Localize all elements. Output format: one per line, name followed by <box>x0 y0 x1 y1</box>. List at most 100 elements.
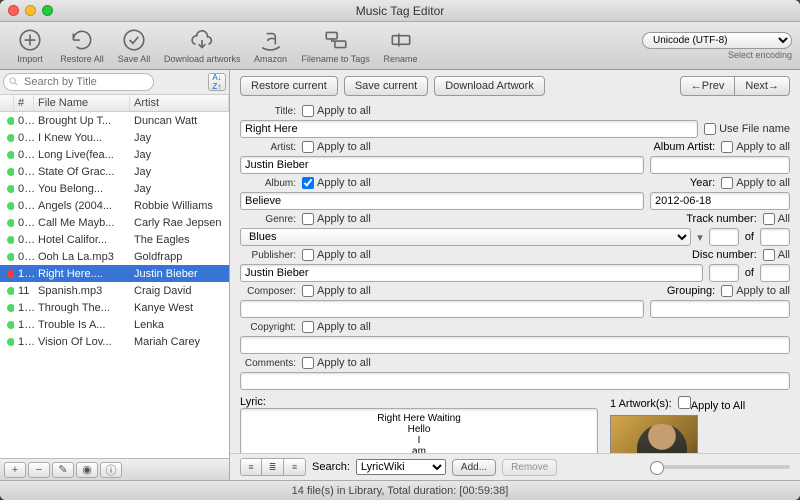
comments-apply-all[interactable]: Apply to all <box>302 357 371 369</box>
row-num: 04 <box>14 166 34 178</box>
save-current-button[interactable]: Save current <box>344 76 428 96</box>
composer-apply-all[interactable]: Apply to all <box>302 285 371 297</box>
download-artworks-button[interactable]: Download artworks <box>164 27 241 64</box>
title-field[interactable] <box>240 120 698 138</box>
import-button[interactable]: Import <box>8 27 52 64</box>
comments-field[interactable] <box>240 372 790 390</box>
disc-all[interactable]: All <box>763 249 790 261</box>
copyright-field[interactable] <box>240 336 790 354</box>
genre-apply-all[interactable]: Apply to all <box>302 213 371 225</box>
artwork-thumbnail[interactable] <box>610 415 698 453</box>
track-2-field[interactable] <box>760 228 790 246</box>
artist-field[interactable] <box>240 156 644 174</box>
artwork-apply-all[interactable]: Apply to All <box>678 396 745 412</box>
next-button[interactable]: Next→ <box>734 76 790 96</box>
remove-file-button[interactable]: − <box>28 462 50 478</box>
year-label: Year: <box>690 177 715 189</box>
nav-buttons: ←Prev Next→ <box>680 76 790 96</box>
header-num[interactable]: # <box>14 95 34 111</box>
table-row[interactable]: 04State Of Grac...Jay <box>0 163 229 180</box>
table-row[interactable]: 03Long Live(fea...Jay <box>0 146 229 163</box>
artist-apply-all[interactable]: Apply to all <box>302 141 371 153</box>
disc-2-field[interactable] <box>760 264 790 282</box>
minimize-icon[interactable] <box>25 5 36 16</box>
table-row[interactable]: 11Spanish.mp3Craig David <box>0 282 229 299</box>
restore-current-button[interactable]: Restore current <box>240 76 338 96</box>
table-row[interactable]: 02I Knew You...Jay <box>0 129 229 146</box>
row-num: 13 <box>14 319 34 331</box>
year-field[interactable] <box>650 192 790 210</box>
copyright-apply-all[interactable]: Apply to all <box>302 321 371 333</box>
table-row[interactable]: 13Trouble Is A...Lenka <box>0 316 229 333</box>
grouping-field[interactable] <box>650 300 790 318</box>
save-all-button[interactable]: Save All <box>112 27 156 64</box>
disc-1-field[interactable] <box>709 264 739 282</box>
align-right-button[interactable]: ≡ <box>284 458 306 476</box>
table-row[interactable]: 01Brought Up T...Duncan Watt <box>0 112 229 129</box>
album-field[interactable] <box>240 192 644 210</box>
file-list[interactable]: 01Brought Up T...Duncan Watt02I Knew You… <box>0 112 229 458</box>
publisher-apply-all[interactable]: Apply to all <box>302 249 371 261</box>
zoom-slider[interactable] <box>650 465 790 469</box>
add-file-button[interactable]: + <box>4 462 26 478</box>
row-artist: Jay <box>130 183 229 195</box>
status-dot-icon <box>7 185 14 193</box>
album-artist-field[interactable] <box>650 156 790 174</box>
table-row[interactable]: 12Through The...Kanye West <box>0 299 229 316</box>
encoding-select[interactable]: Unicode (UTF-8) <box>642 32 792 49</box>
genre-select[interactable]: Blues <box>240 228 691 246</box>
align-center-button[interactable]: ≣ <box>262 458 284 476</box>
grouping-label: Grouping: <box>667 285 715 297</box>
use-filename-check[interactable]: Use File name <box>704 123 790 135</box>
title-apply-all[interactable]: Apply to all <box>302 105 371 117</box>
header-filename[interactable]: File Name <box>34 95 130 111</box>
header-artist[interactable]: Artist <box>130 95 229 111</box>
table-row[interactable]: 06Angels (2004...Robbie Williams <box>0 197 229 214</box>
info-button[interactable]: ⓘ <box>100 462 122 478</box>
rename-button[interactable]: Rename <box>379 27 423 64</box>
table-row[interactable]: 08Hotel Califor...The Eagles <box>0 231 229 248</box>
composer-field[interactable] <box>240 300 644 318</box>
add-artwork-button[interactable]: Add... <box>452 459 496 476</box>
remove-artwork-button[interactable]: Remove <box>502 459 557 476</box>
search-input[interactable] <box>3 73 154 91</box>
row-artist: Duncan Watt <box>130 115 229 127</box>
row-artist: Craig David <box>130 285 229 297</box>
status-dot-icon <box>7 168 14 176</box>
table-row[interactable]: 05You Belong...Jay <box>0 180 229 197</box>
align-left-button[interactable]: ≡ <box>240 458 262 476</box>
album-apply-all[interactable]: Apply to all <box>302 177 371 189</box>
search-source-select[interactable]: LyricWiki <box>356 459 446 475</box>
table-row[interactable]: 10Right Here....Justin Bieber <box>0 265 229 282</box>
search-row: A↓Z↑ <box>0 70 229 95</box>
edit-file-button[interactable]: ✎ <box>52 462 74 478</box>
close-icon[interactable] <box>8 5 19 16</box>
row-num: 02 <box>14 132 34 144</box>
table-row[interactable]: 07Call Me Mayb...Carly Rae Jepsen <box>0 214 229 231</box>
row-num: 03 <box>14 149 34 161</box>
row-filename: State Of Grac... <box>34 166 130 178</box>
year-apply-all[interactable]: Apply to all <box>721 177 790 189</box>
lyric-field[interactable] <box>240 408 598 453</box>
filename-tags-icon <box>323 27 349 53</box>
publisher-field[interactable] <box>240 264 703 282</box>
track-all[interactable]: All <box>763 213 790 225</box>
table-row[interactable]: 09Ooh La La.mp3Goldfrapp <box>0 248 229 265</box>
prev-button[interactable]: ←Prev <box>680 76 735 96</box>
title-label: Title: <box>240 106 296 117</box>
row-num: 07 <box>14 217 34 229</box>
list-header: # File Name Artist <box>0 95 229 112</box>
restore-all-button[interactable]: Restore All <box>60 27 104 64</box>
grouping-apply-all[interactable]: Apply to all <box>721 285 790 297</box>
encoding-label: Select encoding <box>728 50 792 60</box>
track-1-field[interactable] <box>709 228 739 246</box>
reveal-button[interactable]: ◉ <box>76 462 98 478</box>
download-artwork-button[interactable]: Download Artwork <box>434 76 545 96</box>
zoom-icon[interactable] <box>42 5 53 16</box>
cloud-download-icon <box>189 27 215 53</box>
table-row[interactable]: 14Vision Of Lov...Mariah Carey <box>0 333 229 350</box>
album-artist-apply-all[interactable]: Apply to all <box>721 141 790 153</box>
sort-button[interactable]: A↓Z↑ <box>208 73 226 91</box>
filename-to-tags-button[interactable]: Filename to Tags <box>301 27 371 64</box>
amazon-button[interactable]: Amazon <box>249 27 293 64</box>
